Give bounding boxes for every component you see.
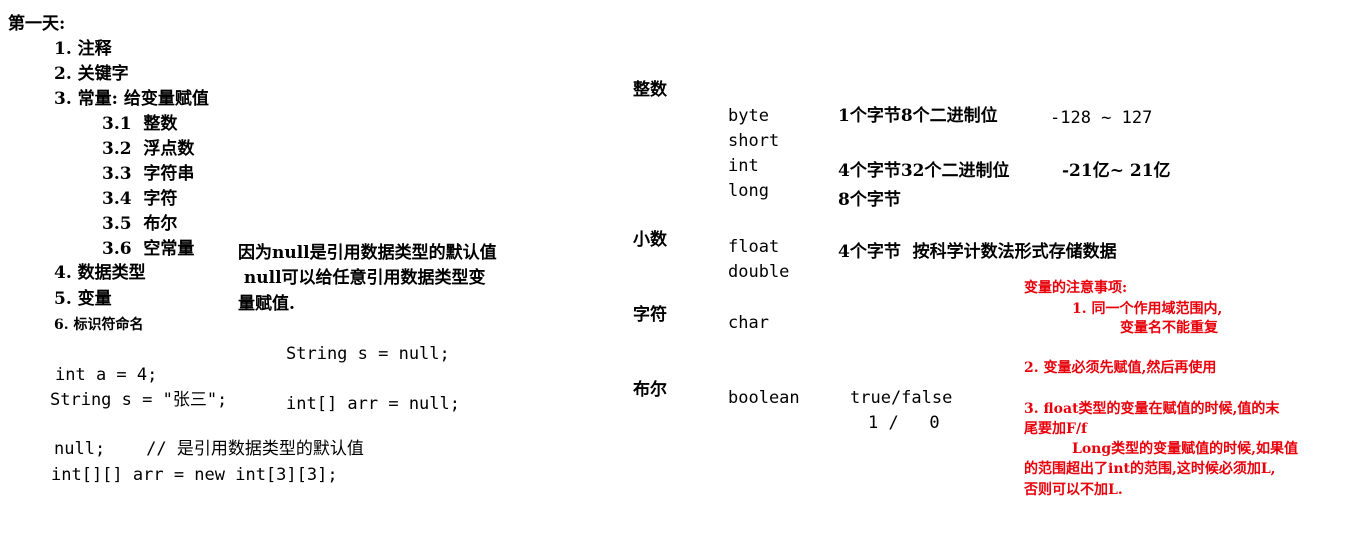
long-desc: 8个字节: [838, 190, 901, 210]
label-char: 字符: [633, 305, 667, 325]
type-byte: byte: [728, 106, 769, 126]
note-1-line-2: 变量名不能重复: [1120, 320, 1218, 336]
byte-range: -128 ~ 127: [1050, 108, 1153, 128]
notes-title: 变量的注意事项:: [1024, 280, 1128, 296]
note-1-line-1: 1. 同一个作用域范围内,: [1072, 301, 1223, 317]
code-string-assign: String s = "张三";: [50, 390, 228, 410]
outline-item-comment: 1. 注释: [54, 39, 112, 59]
int-desc: 4个字节32个二进制位: [838, 161, 1010, 181]
outline-item-variable: 5. 变量: [54, 289, 112, 309]
constant-item-boolean: 3.5 布尔: [102, 214, 178, 234]
note-3-line-5: 否则可以不加L.: [1024, 482, 1123, 498]
outline-item-keyword: 2. 关键字: [54, 64, 129, 84]
null-note-line-1: 因为null是引用数据类型的默认值: [238, 243, 497, 263]
type-long: long: [728, 181, 769, 201]
constant-item-float: 3.2 浮点数: [102, 139, 195, 159]
type-int: int: [728, 156, 759, 176]
type-float: float: [728, 237, 780, 257]
note-3-line-4: 的范围超出了int的范围,这时候必须加L,: [1024, 461, 1276, 477]
type-short: short: [728, 131, 780, 151]
constant-item-null: 3.6 空常量: [102, 239, 195, 259]
outline-item-datatype: 4. 数据类型: [54, 263, 146, 283]
constant-item-integer: 3.1 整数: [102, 114, 178, 134]
code-2d-array: int[][] arr = new int[3][3];: [51, 465, 338, 485]
type-char: char: [728, 313, 769, 333]
label-integer: 整数: [633, 80, 667, 100]
label-decimal: 小数: [633, 230, 667, 250]
outline-item-constant: 3. 常量: 给变量赋值: [54, 89, 209, 109]
float-desc: 4个字节 按科学计数法形式存储数据: [838, 242, 1117, 262]
note-3-line-1: 3. float类型的变量在赋值的时候,值的末: [1024, 401, 1280, 417]
note-3-line-3: Long类型的变量赋值的时候,如果值: [1072, 441, 1299, 457]
note-2: 2. 变量必须先赋值,然后再使用: [1024, 360, 1217, 376]
boolean-numeric: 1 / 0: [868, 413, 940, 433]
type-double: double: [728, 262, 790, 282]
null-note-line-3: 量赋值.: [238, 294, 295, 314]
code-string-null: String s = null;: [286, 344, 450, 364]
int-range: -21亿~ 21亿: [1062, 161, 1171, 181]
constant-item-char: 3.4 字符: [102, 189, 178, 209]
type-boolean: boolean: [728, 388, 800, 408]
note-3-line-2: 尾要加F/f: [1024, 421, 1088, 437]
outline-item-identifier: 6. 标识符命名: [54, 317, 144, 333]
day-title: 第一天:: [8, 14, 66, 34]
constant-item-string: 3.3 字符串: [102, 164, 195, 184]
code-null-comment: null; // 是引用数据类型的默认值: [54, 439, 364, 459]
byte-desc: 1个字节8个二进制位: [838, 106, 998, 126]
null-note-line-2: null可以给任意引用数据类型变: [238, 268, 486, 288]
code-int-assign: int a = 4;: [55, 365, 158, 385]
boolean-values: true/false: [850, 388, 953, 408]
label-boolean: 布尔: [633, 380, 667, 400]
code-array-null: int[] arr = null;: [286, 394, 460, 414]
